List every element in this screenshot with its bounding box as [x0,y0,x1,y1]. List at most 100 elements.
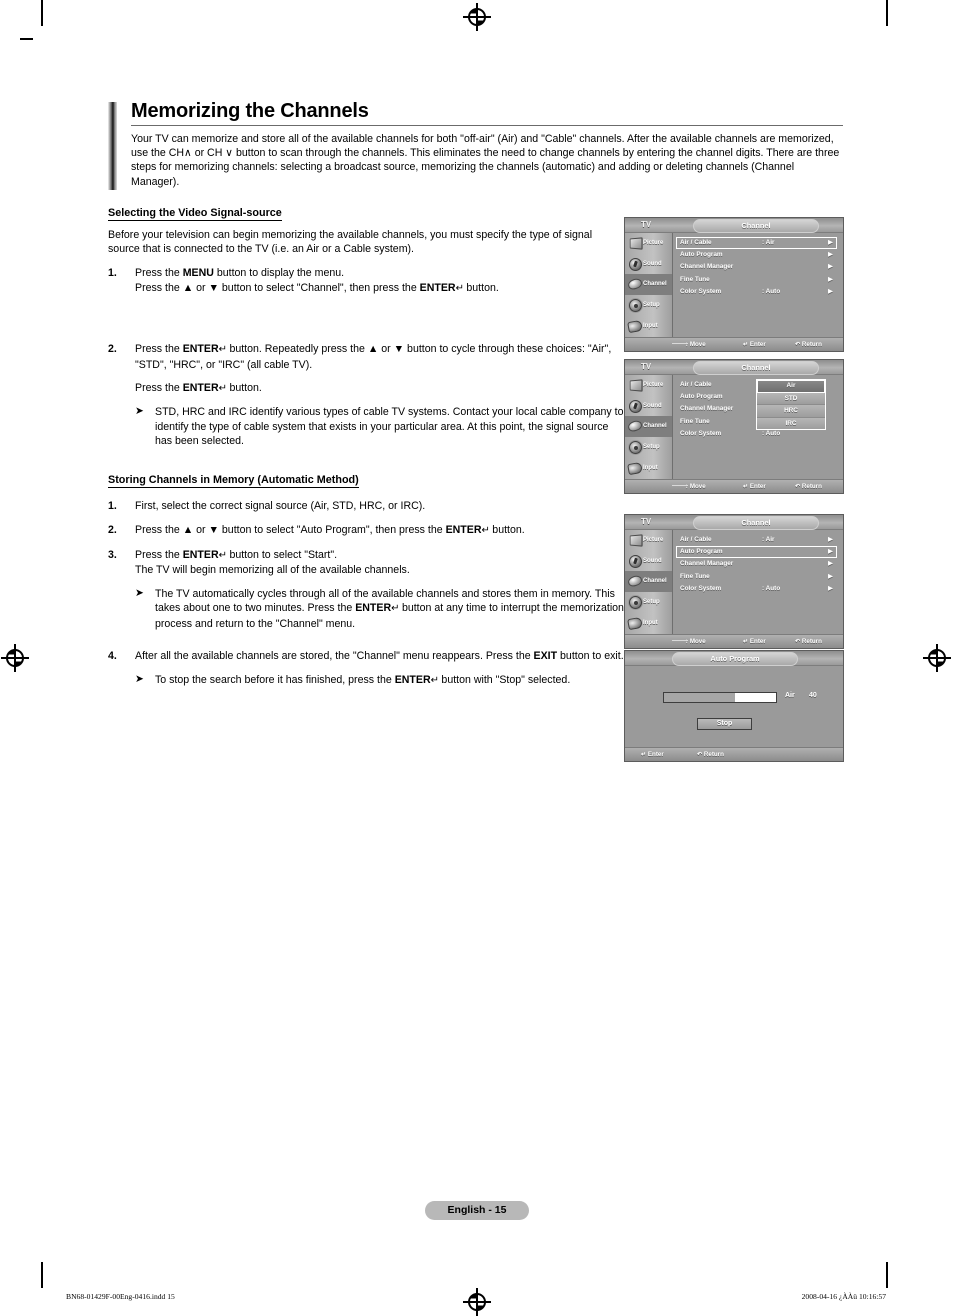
plug-icon [627,616,643,630]
enter-keyword: ENTER [355,602,392,615]
dropdown-option-hrc[interactable]: HRC [757,405,825,418]
sidebar-label-input: Input [643,322,658,329]
menu-value: : Auto [762,584,781,592]
menu-row-auto-program[interactable]: Auto Program ▶ [676,546,837,559]
dropdown-option-air[interactable]: Air [757,380,825,393]
sidebar-item-input[interactable]: Input [625,612,672,633]
menu-value: : Air [762,239,775,246]
osd-device-label: TV [641,362,652,371]
sidebar-item-sound[interactable]: Sound [625,254,672,275]
step-text-c: button. [489,524,525,536]
enter-arrow-icon: ↵ [641,751,647,758]
osd-tab-channel[interactable]: Channel [693,219,819,233]
speaker-icon [627,399,642,413]
scan-progress [663,692,777,703]
menu-row-color-system[interactable]: Color System : Auto ▶ [676,583,837,595]
menu-row-air-cable[interactable]: Air / Cable : Air ▶ [676,534,837,546]
osd-tab-label: Channel [741,221,771,230]
dropdown-option-std[interactable]: STD [757,392,825,406]
progress-channel-number: 40 [809,692,817,699]
step-1: 1. First, select the correct signal sour… [108,499,627,514]
menu-row-fine-tune[interactable]: Fine Tune ▶ [676,571,837,583]
sidebar-item-channel[interactable]: Channel [625,416,672,437]
sidebar-item-picture[interactable]: Picture [625,530,672,551]
step-4-note: ➤ To stop the search before it has finis… [135,673,627,688]
enter-keyword: ENTER [182,548,219,561]
menu-label: Fine Tune [680,275,710,283]
footer-file-name: BN68-01429F-00Eng-0416.indd 15 [66,1292,175,1301]
chevron-right-icon: ▶ [828,239,833,246]
sidebar-item-channel[interactable]: Channel [625,571,672,592]
step-2-subline: Press the ENTER↵ button. [135,381,627,397]
osd-tab-channel[interactable]: Channel [693,516,819,530]
enter-button-icon: ↵ [218,549,227,561]
hint-return-label: Return [703,751,724,758]
hint-return: ↶ Return [795,635,822,648]
menu-row-air-cable[interactable]: Air / Cable : Air ▶ [676,237,837,250]
enter-button-icon: ↵ [218,382,227,394]
air-cable-dropdown[interactable]: Air STD HRC IRC [756,379,826,431]
sidebar-item-setup[interactable]: Setup [625,592,672,613]
sidebar-item-sound[interactable]: Sound [625,396,672,417]
hint-enter-label: Enter [749,483,766,490]
menu-label: Auto Program [680,393,723,401]
menu-row-color-system[interactable]: Color System : Auto ▶ [676,286,837,298]
section1-paragraph: Before your television can begin memoriz… [108,228,593,256]
osd-header: TV Channel [625,218,843,233]
osd-header: TV Channel [625,360,843,375]
sidebar-item-setup[interactable]: Setup [625,437,672,458]
note-text-c: button with "Stop" selected. [438,673,571,686]
sidebar-item-input[interactable]: Input [625,457,672,478]
plug-icon [627,319,643,333]
step-text-d: The TV will begin memorizing all of the … [135,564,410,577]
enter-keyword: ENTER [394,673,431,686]
hint-enter: ↵ Enter [743,338,766,351]
sidebar-item-setup[interactable]: Setup [625,295,672,316]
sidebar-label-sound: Sound [643,260,662,267]
return-arrow-icon: ↶ [795,341,801,348]
osd-tab-label: Channel [741,518,771,527]
exit-keyword: EXIT [533,650,558,662]
chevron-right-icon: ▶ [828,263,833,271]
chevron-right-icon: ▶ [828,584,833,592]
gear-icon [627,595,642,610]
sidebar-label-picture: Picture [643,382,664,389]
menu-row-channel-manager[interactable]: Channel Manager ▶ [676,261,837,273]
speaker-icon [627,554,642,568]
osd-screenshot-1-channel-menu: TV Channel Picture Sound Channel Setup I… [624,217,844,352]
osd-body: Picture Sound Channel Setup Input Air / … [625,375,843,479]
gear-icon [627,298,642,313]
enter-arrow-icon: ↵ [743,483,749,490]
hint-enter: ↵ Enter [641,748,664,761]
hint-enter-label: Enter [647,751,664,758]
step-number: 1. [108,500,117,513]
menu-label: Channel Manager [680,263,734,271]
satellite-dish-icon [626,419,644,434]
chevron-right-icon: ▶ [828,548,833,556]
menu-label: Air / Cable [680,239,712,246]
stop-button[interactable]: Stop [697,718,752,730]
satellite-dish-icon [626,574,644,589]
sidebar-item-input[interactable]: Input [625,315,672,336]
osd-screenshot-4-auto-program-dialog: Auto Program Air 40 Stop ↵ Enter ↶ Retur… [624,650,844,762]
menu-row-auto-program[interactable]: Auto Program ▶ [676,249,837,261]
menu-row-fine-tune[interactable]: Fine Tune ▶ [676,274,837,286]
sidebar-item-picture[interactable]: Picture [625,233,672,254]
manual-page: Memorizing the Channels Your TV can memo… [0,0,954,1315]
osd-tab-channel[interactable]: Channel [693,361,819,375]
dropdown-option-irc[interactable]: IRC [757,417,825,430]
sidebar-item-channel[interactable]: Channel [625,274,672,295]
sidebar-label-input: Input [643,464,658,471]
sidebar-label-picture: Picture [643,537,664,544]
sidebar-item-sound[interactable]: Sound [625,551,672,572]
updown-arrow-icon: ↕ [685,483,689,490]
menu-row-channel-manager[interactable]: Channel Manager ▶ [676,558,837,570]
bullet-arrow-icon: ➤ [135,405,144,418]
title-divider [131,125,843,126]
title-accent-bar [108,102,117,190]
menu-button-keyword: MENU [182,267,214,280]
enter-keyword: ENTER [182,381,219,394]
hint-move: ↕ Move [685,635,706,648]
sidebar-item-picture[interactable]: Picture [625,375,672,396]
osd-tab-label: Channel [741,363,771,372]
